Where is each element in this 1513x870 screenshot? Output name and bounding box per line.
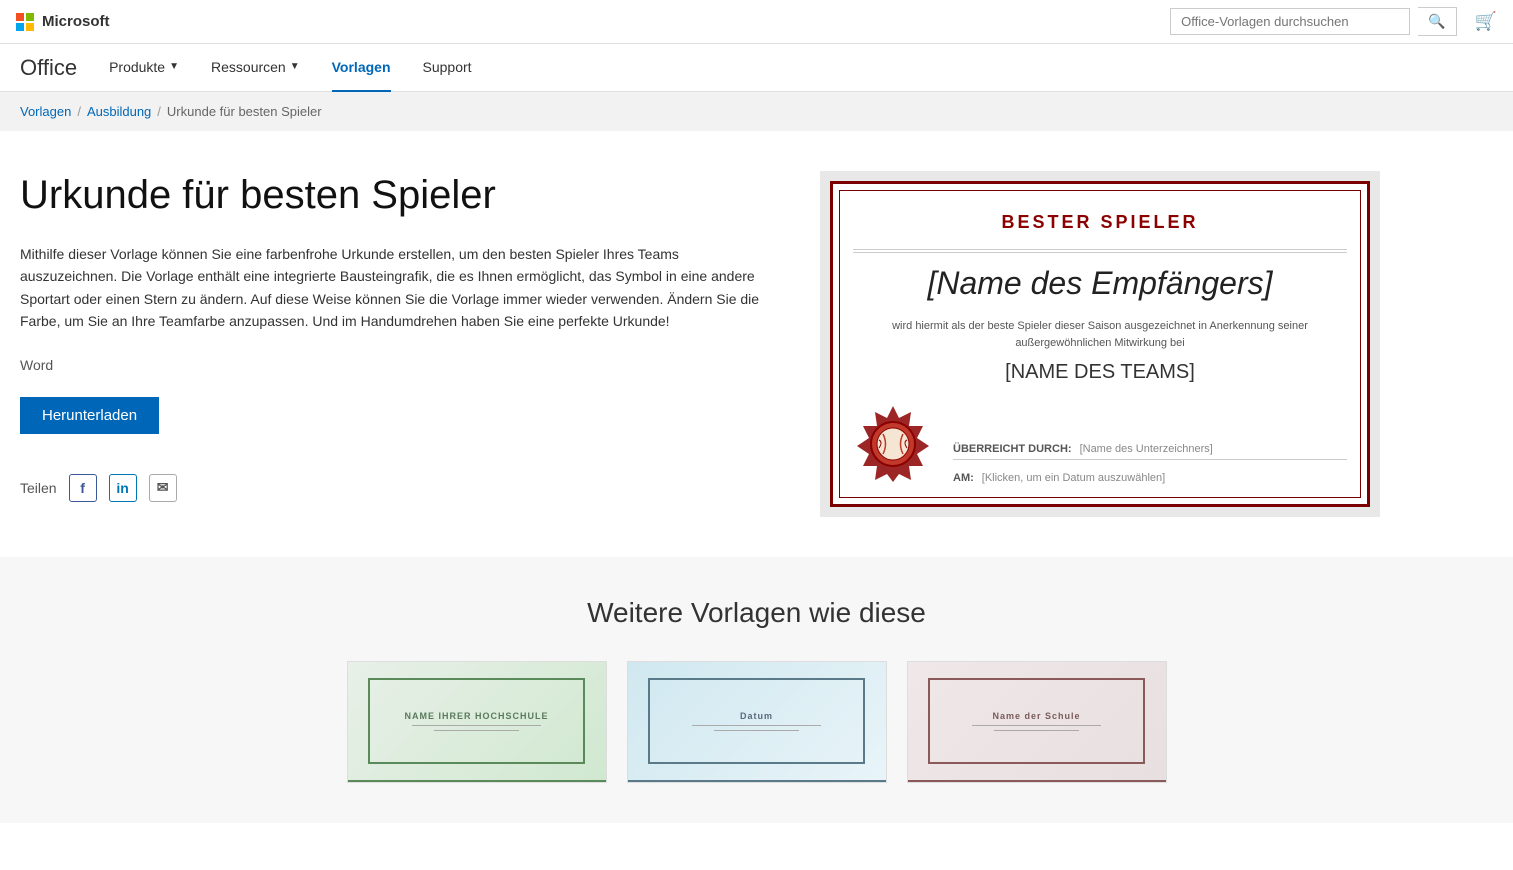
cert-body-text: wird hiermit als der beste Spieler diese… (853, 318, 1347, 351)
breadcrumb: Vorlagen / Ausbildung / Urkunde für best… (0, 92, 1513, 131)
ms-logo[interactable]: Microsoft (16, 13, 110, 31)
email-share-button[interactable]: ✉ (149, 474, 177, 502)
cert-date-row: AM: [Klicken, um ein Datum auszuwählen] (953, 468, 1347, 484)
template-thumb-text-1: NAME IHRER HOCHSCHULE (404, 711, 548, 721)
breadcrumb-current: Urkunde für besten Spieler (167, 104, 322, 119)
app-label: Word (20, 357, 780, 373)
nav-item-support[interactable]: Support (423, 44, 472, 92)
cart-icon[interactable]: 🛒 (1475, 11, 1497, 32)
ms-logo-grid (16, 13, 34, 31)
chevron-down-icon: ▼ (290, 61, 300, 72)
ms-topbar: Microsoft 🔍 🛒 (0, 0, 1513, 44)
ms-brand-label: Microsoft (42, 13, 110, 30)
template-thumb-text-3: Name der Schule (992, 711, 1080, 721)
certificate-inner: BESTER SPIELER [Name des Empfängers] wir… (830, 181, 1370, 507)
cert-seal (853, 404, 933, 484)
breadcrumb-sep-1: / (77, 104, 81, 119)
cert-line-1 (853, 249, 1347, 250)
search-button[interactable]: 🔍 (1418, 7, 1456, 36)
search-input[interactable] (1170, 8, 1410, 35)
nav-item-vorlagen[interactable]: Vorlagen (332, 44, 391, 92)
breadcrumb-ausbildung[interactable]: Ausbildung (87, 104, 151, 119)
chevron-down-icon: ▼ (169, 61, 179, 72)
linkedin-share-button[interactable]: in (109, 474, 137, 502)
further-section: Weitere Vorlagen wie diese NAME IHRER HO… (0, 557, 1513, 823)
breadcrumb-sep-2: / (157, 104, 161, 119)
cert-team: [NAME DES TEAMS] (853, 361, 1347, 384)
left-panel: Urkunde für besten Spieler Mithilfe dies… (20, 171, 780, 517)
cert-recipient: [Name des Empfängers] (853, 265, 1347, 302)
share-label: Teilen (20, 480, 57, 496)
cert-bottom: ÜBERREICHT DURCH: [Name des Unterzeichne… (853, 404, 1347, 484)
breadcrumb-vorlagen[interactable]: Vorlagen (20, 104, 71, 119)
ms-search-wrap: 🔍 🛒 (1170, 7, 1497, 36)
cert-sig-value: [Name des Unterzeichners] (1080, 443, 1213, 455)
share-row: Teilen f in ✉ (20, 474, 780, 502)
certificate-preview: BESTER SPIELER [Name des Empfängers] wir… (820, 171, 1380, 517)
download-button[interactable]: Herunterladen (20, 397, 159, 434)
templates-row: NAME IHRER HOCHSCHULE Datum Name der Sch… (20, 661, 1493, 783)
template-card-1[interactable]: NAME IHRER HOCHSCHULE (347, 661, 607, 783)
facebook-share-button[interactable]: f (69, 474, 97, 502)
cert-sig-row: ÜBERREICHT DURCH: [Name des Unterzeichne… (953, 443, 1347, 460)
cert-date-value: [Klicken, um ein Datum auszuwählen] (982, 472, 1165, 484)
page-title: Urkunde für besten Spieler (20, 171, 780, 219)
office-brand[interactable]: Office (20, 55, 77, 81)
description-text: Mithilfe dieser Vorlage können Sie eine … (20, 243, 780, 333)
cert-sig-area: ÜBERREICHT DURCH: [Name des Unterzeichne… (953, 443, 1347, 484)
template-thumb-text-2: Datum (740, 711, 773, 721)
cert-date-label: AM: (953, 472, 974, 484)
cert-sig-label: ÜBERREICHT DURCH: (953, 443, 1072, 455)
template-card-2[interactable]: Datum (627, 661, 887, 783)
further-title: Weitere Vorlagen wie diese (20, 597, 1493, 629)
cert-lines (853, 249, 1347, 253)
cert-title: BESTER SPIELER (853, 212, 1347, 233)
nav-item-products[interactable]: Produkte ▼ (109, 44, 179, 92)
template-card-3[interactable]: Name der Schule (907, 661, 1167, 783)
cert-line-2 (853, 252, 1347, 253)
office-nav: Office Produkte ▼ Ressourcen ▼ Vorlagen … (0, 44, 1513, 92)
main-content: Urkunde für besten Spieler Mithilfe dies… (0, 131, 1513, 557)
nav-item-resources[interactable]: Ressourcen ▼ (211, 44, 300, 92)
